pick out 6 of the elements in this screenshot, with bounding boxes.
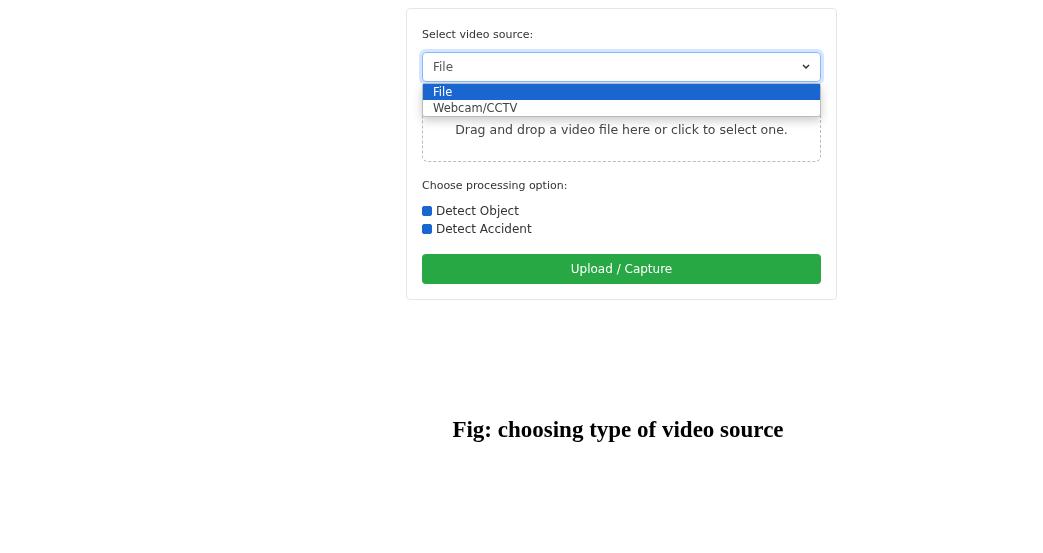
checkbox-label: Detect Accident bbox=[436, 221, 532, 238]
field-label: Select video source: bbox=[422, 27, 535, 43]
figure-caption: Fig: choosing type of video source bbox=[451, 416, 785, 444]
drop-zone-text: Drag and drop a video file here or click to select one. bbox=[455, 120, 788, 139]
checkbox-label: Detect Object bbox=[436, 203, 519, 220]
section-label: Choose processing option: bbox=[422, 177, 569, 194]
